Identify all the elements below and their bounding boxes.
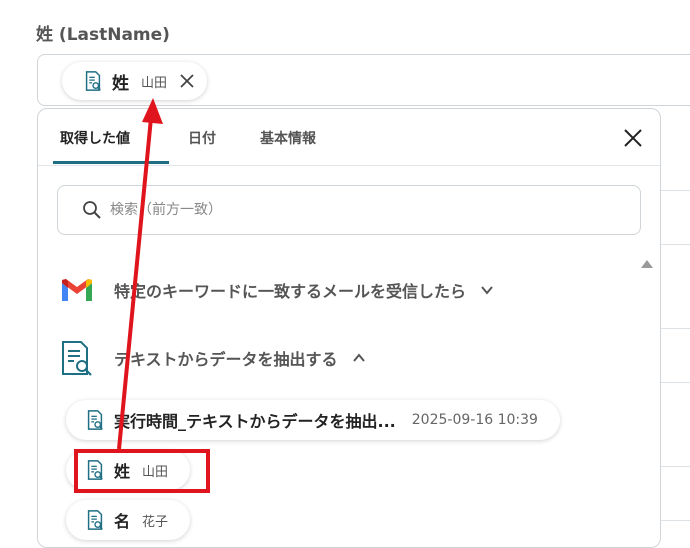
chip-value: 山田 [141, 75, 168, 91]
item-value: 花子 [142, 514, 169, 530]
document-search-icon [85, 71, 101, 91]
field-label: 姓 (LastName) [36, 25, 170, 45]
document-search-icon [62, 341, 92, 376]
selected-value-chip[interactable]: 姓 山田 [62, 62, 208, 100]
scroll-up-arrow[interactable] [641, 260, 653, 268]
document-search-icon [87, 410, 103, 430]
tab-acquired-values[interactable]: 取得した値 [60, 128, 130, 148]
tab-bar: 取得した値 日付 基本情報 [38, 109, 660, 166]
search-box[interactable] [57, 185, 641, 235]
remove-chip-icon[interactable] [179, 73, 195, 89]
tab-basic-info[interactable]: 基本情報 [260, 128, 316, 148]
document-search-icon [87, 510, 103, 530]
gmail-icon [62, 279, 92, 301]
value-item-firstname[interactable]: 名 花子 [66, 500, 191, 540]
item-name: 名 [114, 512, 131, 531]
search-input[interactable] [108, 201, 592, 219]
item-value: 2025-09-16 10:39 [411, 412, 538, 428]
chevron-up-icon[interactable] [352, 351, 366, 365]
search-icon [83, 201, 101, 219]
annotation-highlight-box [74, 449, 210, 493]
section-gmail-trigger[interactable]: 特定のキーワードに一致するメールを受信したら [60, 277, 494, 303]
active-tab-indicator [53, 161, 169, 164]
item-name: 実行時間_テキストからデータを抽出... [114, 412, 396, 431]
chip-name: 姓 [112, 73, 129, 94]
tab-date[interactable]: 日付 [188, 128, 216, 148]
section-text-extraction[interactable]: テキストからデータを抽出する [60, 340, 366, 376]
section-label: 特定のキーワードに一致するメールを受信したら [114, 282, 467, 301]
value-item[interactable]: 実行時間_テキストからデータを抽出... 2025-09-16 10:39 [66, 400, 560, 440]
section-label: テキストからデータを抽出する [114, 350, 338, 369]
close-icon[interactable] [624, 129, 642, 147]
chevron-down-icon[interactable] [480, 283, 494, 297]
